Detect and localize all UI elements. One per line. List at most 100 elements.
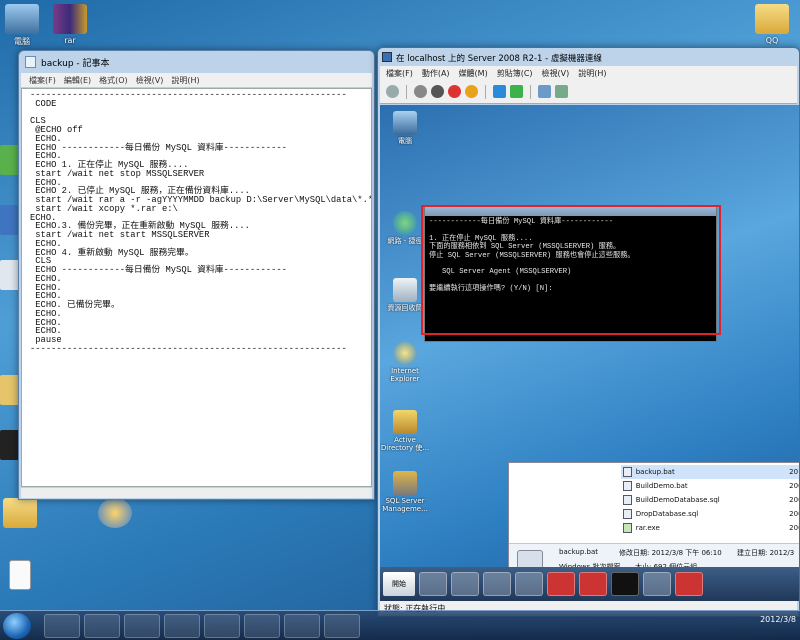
reset-icon[interactable] xyxy=(510,85,523,98)
start-orb[interactable] xyxy=(3,613,31,639)
taskbar-app[interactable] xyxy=(284,614,320,638)
vm-desktop-icon-sql-server[interactable]: SQL Server Manageme... xyxy=(380,471,430,513)
menu-item-format[interactable]: 格式(O) xyxy=(99,75,128,87)
file-name: BuildDemoDatabase.sql xyxy=(635,496,720,504)
red-highlight-box xyxy=(421,205,721,335)
menu-item-media[interactable]: 媒體(M) xyxy=(459,68,488,80)
explorer-window[interactable]: backup.bat 2012 BuildDemo.bat 2006 Build… xyxy=(508,462,799,582)
taskbar-app[interactable] xyxy=(84,614,120,638)
taskbar-app[interactable] xyxy=(204,614,240,638)
vm-desktop-icon-active-directory[interactable]: Active Directory 使... xyxy=(380,410,430,452)
partial-desktop-icon[interactable] xyxy=(0,430,20,460)
active-directory-icon xyxy=(393,410,417,434)
vm-desktop-icon-ie[interactable]: Internet Explorer xyxy=(380,341,430,383)
desktop-icon-label: rar xyxy=(64,36,76,45)
partial-desktop-icon[interactable] xyxy=(0,375,20,405)
folder-icon xyxy=(755,4,789,34)
ie-icon xyxy=(393,341,417,365)
desktop-icon-rar[interactable]: rar xyxy=(40,4,100,45)
taskbar-app[interactable] xyxy=(164,614,200,638)
snapshot-icon[interactable] xyxy=(538,85,551,98)
menu-item-file[interactable]: 檔案(F) xyxy=(386,68,413,80)
menu-item-view[interactable]: 檢視(V) xyxy=(136,75,164,87)
file-row[interactable]: backup.bat 2012 xyxy=(621,465,799,479)
shutdown-icon[interactable] xyxy=(448,85,461,98)
partial-desktop-icon[interactable] xyxy=(0,145,20,175)
explorer-icon[interactable] xyxy=(483,572,511,596)
details-modified: 修改日期: 2012/3/8 下午 06:10 xyxy=(619,549,722,557)
menu-item-action[interactable]: 動作(A) xyxy=(422,68,450,80)
powershell-icon[interactable] xyxy=(451,572,479,596)
file-row[interactable]: BuildDemoDatabase.sql 2006 xyxy=(621,493,799,507)
server-manager-icon[interactable] xyxy=(419,572,447,596)
pause-icon[interactable] xyxy=(493,85,506,98)
toolbox-icon[interactable] xyxy=(579,572,607,596)
vm-icon-label: Active Directory 使... xyxy=(380,436,430,452)
menu-item-file[interactable]: 檔案(F) xyxy=(29,75,56,87)
media-player-icon xyxy=(98,498,132,528)
vm-taskbar: 開始 xyxy=(380,567,799,601)
desktop-icon-document[interactable] xyxy=(0,560,50,592)
cmd-icon[interactable] xyxy=(611,572,639,596)
notepad-titlebar[interactable]: backup - 記事本 xyxy=(19,51,374,73)
save-icon[interactable] xyxy=(465,85,478,98)
taskbar-app[interactable] xyxy=(44,614,80,638)
partial-desktop-icon[interactable] xyxy=(0,205,20,235)
computer-icon xyxy=(5,4,39,34)
partial-desktop-icon[interactable] xyxy=(0,260,20,290)
menu-item-help[interactable]: 說明(H) xyxy=(171,75,199,87)
vm-titlebar[interactable]: 在 localhost 上的 Server 2008 R2-1 - 虛擬機器連線 xyxy=(378,48,799,66)
file-name: BuildDemo.bat xyxy=(635,482,688,490)
file-date: 2006 xyxy=(789,496,799,504)
vm-icon-label: SQL Server Manageme... xyxy=(382,497,428,513)
details-filename: backup.bat xyxy=(559,548,599,556)
file-date: 2006 xyxy=(789,482,799,490)
vm-desktop-icon-computer[interactable]: 電腦 xyxy=(380,111,430,145)
start-label: 開始 xyxy=(392,580,406,588)
notepad-window[interactable]: backup - 記事本 檔案(F) 編輯(E) 格式(O) 檢視(V) 說明(… xyxy=(18,50,375,500)
desktop-icon-label: QQ xyxy=(765,36,779,45)
notepad-scrollbar[interactable] xyxy=(21,488,372,498)
toolbox-icon[interactable] xyxy=(675,572,703,596)
vm-toolbar xyxy=(380,80,797,104)
notepad-title: backup - 記事本 xyxy=(41,59,110,69)
ctrl-alt-del-icon[interactable] xyxy=(386,85,399,98)
details-created: 建立日期: 2012/3 xyxy=(737,549,795,557)
desktop-icon-folder[interactable] xyxy=(0,498,50,530)
network-tool-icon[interactable] xyxy=(643,572,671,596)
vm-connection-window[interactable]: 在 localhost 上的 Server 2008 R2-1 - 虛擬機器連線… xyxy=(377,47,800,617)
toolbar-separator xyxy=(406,84,407,99)
taskbar-app[interactable] xyxy=(124,614,160,638)
notepad-text-area[interactable]: ----------------------------------------… xyxy=(21,88,372,487)
desktop-icon-qq[interactable]: QQ xyxy=(742,4,800,45)
notepad-menubar: 檔案(F) 編輯(E) 格式(O) 檢視(V) 說明(H) xyxy=(21,73,372,88)
menu-item-edit[interactable]: 編輯(E) xyxy=(64,75,91,87)
file-row[interactable]: rar.exe 2009 xyxy=(621,521,799,535)
taskbar-app[interactable] xyxy=(324,614,360,638)
vm-icon-label: Internet Explorer xyxy=(390,367,420,383)
file-date: 2009 xyxy=(789,524,799,532)
toolbox-icon[interactable] xyxy=(547,572,575,596)
file-name: DropDatabase.sql xyxy=(635,510,699,518)
system-tray[interactable]: 2012/3/8 xyxy=(760,615,796,624)
vm-menubar: 檔案(F) 動作(A) 媒體(M) 剪貼簿(C) 檢視(V) 說明(H) xyxy=(380,66,797,80)
file-name: backup.bat xyxy=(635,468,675,476)
vm-title: 在 localhost 上的 Server 2008 R2-1 - 虛擬機器連線 xyxy=(396,54,602,64)
menu-item-view[interactable]: 檢視(V) xyxy=(542,68,570,80)
vm-desktop[interactable]: 電腦 網路 - 捷徑 資源回收筒 Internet Explorer Activ… xyxy=(380,105,799,601)
taskbar-app[interactable] xyxy=(244,614,280,638)
desktop-icon-label: 電腦 xyxy=(14,37,30,46)
file-row[interactable]: DropDatabase.sql 2006 xyxy=(621,507,799,521)
revert-icon[interactable] xyxy=(555,85,568,98)
file-row[interactable]: BuildDemo.bat 2006 xyxy=(621,479,799,493)
computer-icon xyxy=(393,111,417,135)
turn-off-icon[interactable] xyxy=(431,85,444,98)
document-icon xyxy=(9,560,31,590)
menu-item-clipboard[interactable]: 剪貼簿(C) xyxy=(497,68,533,80)
notepad-icon xyxy=(25,56,36,68)
vm-start-button[interactable]: 開始 xyxy=(383,572,415,596)
start-icon[interactable] xyxy=(414,85,427,98)
taskbar-tool-icon[interactable] xyxy=(515,572,543,596)
menu-item-help[interactable]: 說明(H) xyxy=(578,68,606,80)
desktop-icon-media[interactable] xyxy=(85,498,145,530)
